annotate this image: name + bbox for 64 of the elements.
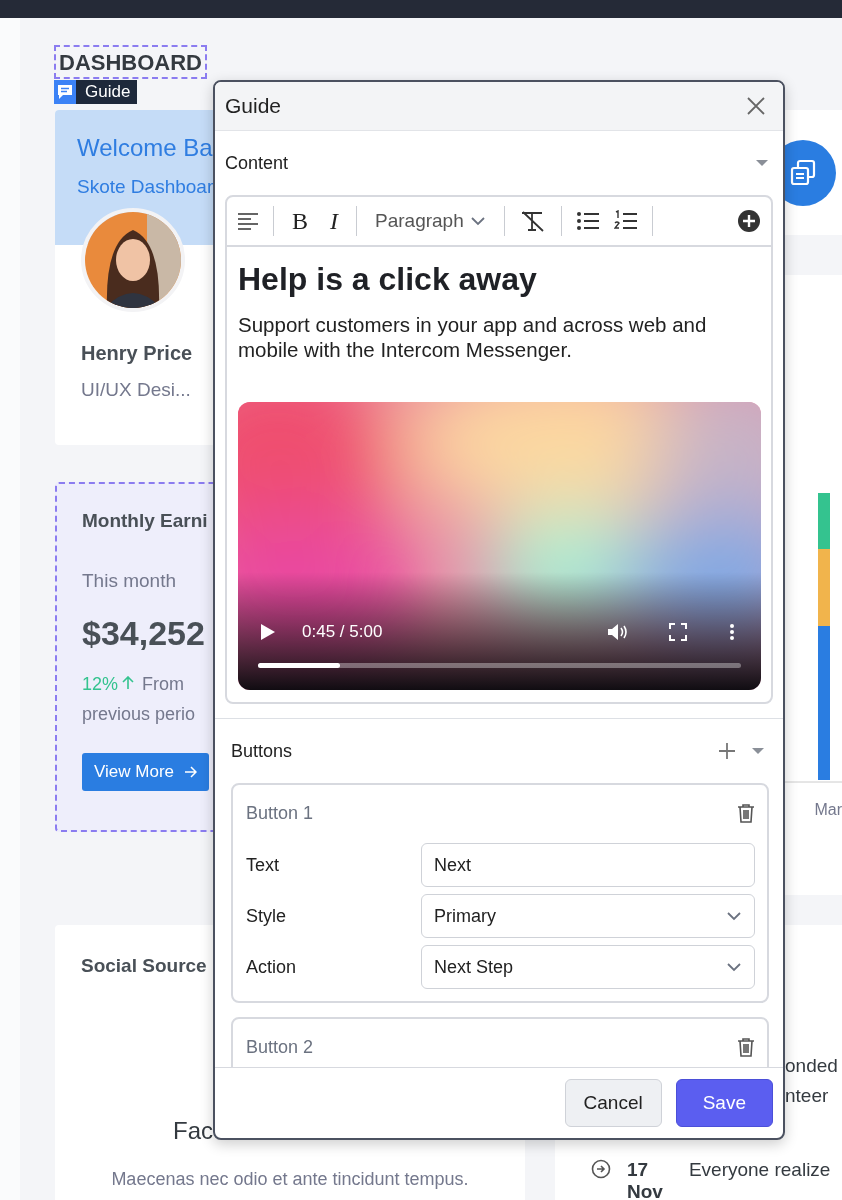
play-icon[interactable]: [260, 623, 276, 641]
section-label: Buttons: [231, 740, 293, 762]
arrow-up-icon: [122, 676, 135, 690]
save-button[interactable]: Save: [675, 1079, 773, 1127]
card-title: Button 1: [246, 802, 314, 824]
card-title: Button 2: [246, 1036, 314, 1058]
trash-icon[interactable]: [737, 803, 755, 823]
video-time: 0:45 / 5:00: [302, 622, 384, 642]
bullet-list-icon[interactable]: [575, 211, 600, 231]
fullscreen-icon[interactable]: [669, 623, 687, 641]
activity-text: onded: [785, 1054, 838, 1078]
trash-icon[interactable]: [737, 1037, 755, 1057]
section-label: Content: [225, 152, 289, 174]
cancel-button[interactable]: Cancel: [564, 1079, 662, 1127]
caret-icon[interactable]: [755, 159, 769, 167]
change-note: previous perio: [82, 703, 196, 726]
chat-icon: [57, 84, 73, 100]
text-input[interactable]: Next: [421, 843, 755, 887]
bold-button[interactable]: B: [288, 207, 312, 235]
change-percent: 12%: [82, 674, 119, 694]
rich-text-editor[interactable]: B I Paragraph Help is a click away Support customers in your app and across web and mobile with the Intercom Messenger. 0:45 / 5:00: [225, 195, 773, 704]
user-role: UI/UX Desi...: [81, 379, 191, 401]
field-label: Text: [246, 854, 280, 876]
card-title: Social Source: [81, 955, 207, 977]
platform-name: Fac: [173, 1117, 213, 1145]
activity-text: nteer: [785, 1084, 829, 1108]
italic-button[interactable]: I: [326, 207, 342, 235]
welcome-subtitle: Skote Dashboar: [77, 176, 214, 198]
chevron-down-icon: [726, 911, 742, 921]
arrow-right-icon: [184, 766, 197, 778]
arrow-circle-icon: [591, 1159, 611, 1179]
content-heading: Help is a click away: [238, 261, 538, 298]
guide-tag[interactable]: Guide: [54, 80, 138, 104]
close-icon[interactable]: [747, 97, 765, 115]
view-more-button[interactable]: View More: [82, 753, 209, 791]
paragraph-dropdown[interactable]: Paragraph: [371, 210, 490, 232]
activity-text: Everyone realize: [688, 1159, 831, 1181]
volume-icon[interactable]: [607, 623, 629, 641]
progress-bar[interactable]: [258, 663, 741, 668]
align-left-icon[interactable]: [237, 212, 259, 230]
change-note: From: [142, 674, 185, 694]
numbered-list-icon[interactable]: [613, 210, 638, 232]
date-month: Nov: [627, 1181, 663, 1200]
bar-segment: [818, 493, 830, 549]
date-day: 17: [627, 1159, 663, 1181]
select-dropdown[interactable]: Next Step: [421, 945, 755, 989]
plus-icon[interactable]: [719, 743, 735, 759]
chevron-down-icon: [726, 962, 742, 972]
more-icon[interactable]: [729, 623, 735, 641]
field-label: Style: [246, 905, 288, 927]
earnings-amount: $34,252: [82, 614, 205, 653]
period-label: This month: [82, 570, 176, 592]
content-paragraph: Support customers in your app and across web and mobile with the Intercom Messenger.: [238, 312, 708, 362]
select-dropdown[interactable]: Primary: [421, 894, 755, 938]
description-text: Maecenas nec odio et ante tincidunt tempus.: [110, 1169, 470, 1190]
field-label: Action: [246, 956, 298, 978]
user-name: Henry Price: [81, 342, 193, 365]
caret-icon[interactable]: [751, 747, 765, 755]
welcome-title: Welcome Ba: [77, 134, 213, 162]
add-circle-icon[interactable]: [737, 209, 761, 233]
dialog-title: Guide: [225, 94, 282, 118]
chevron-down-icon: [469, 216, 486, 226]
axis-label: Mar: [814, 801, 842, 819]
card-title: Monthly Earni: [82, 510, 208, 532]
